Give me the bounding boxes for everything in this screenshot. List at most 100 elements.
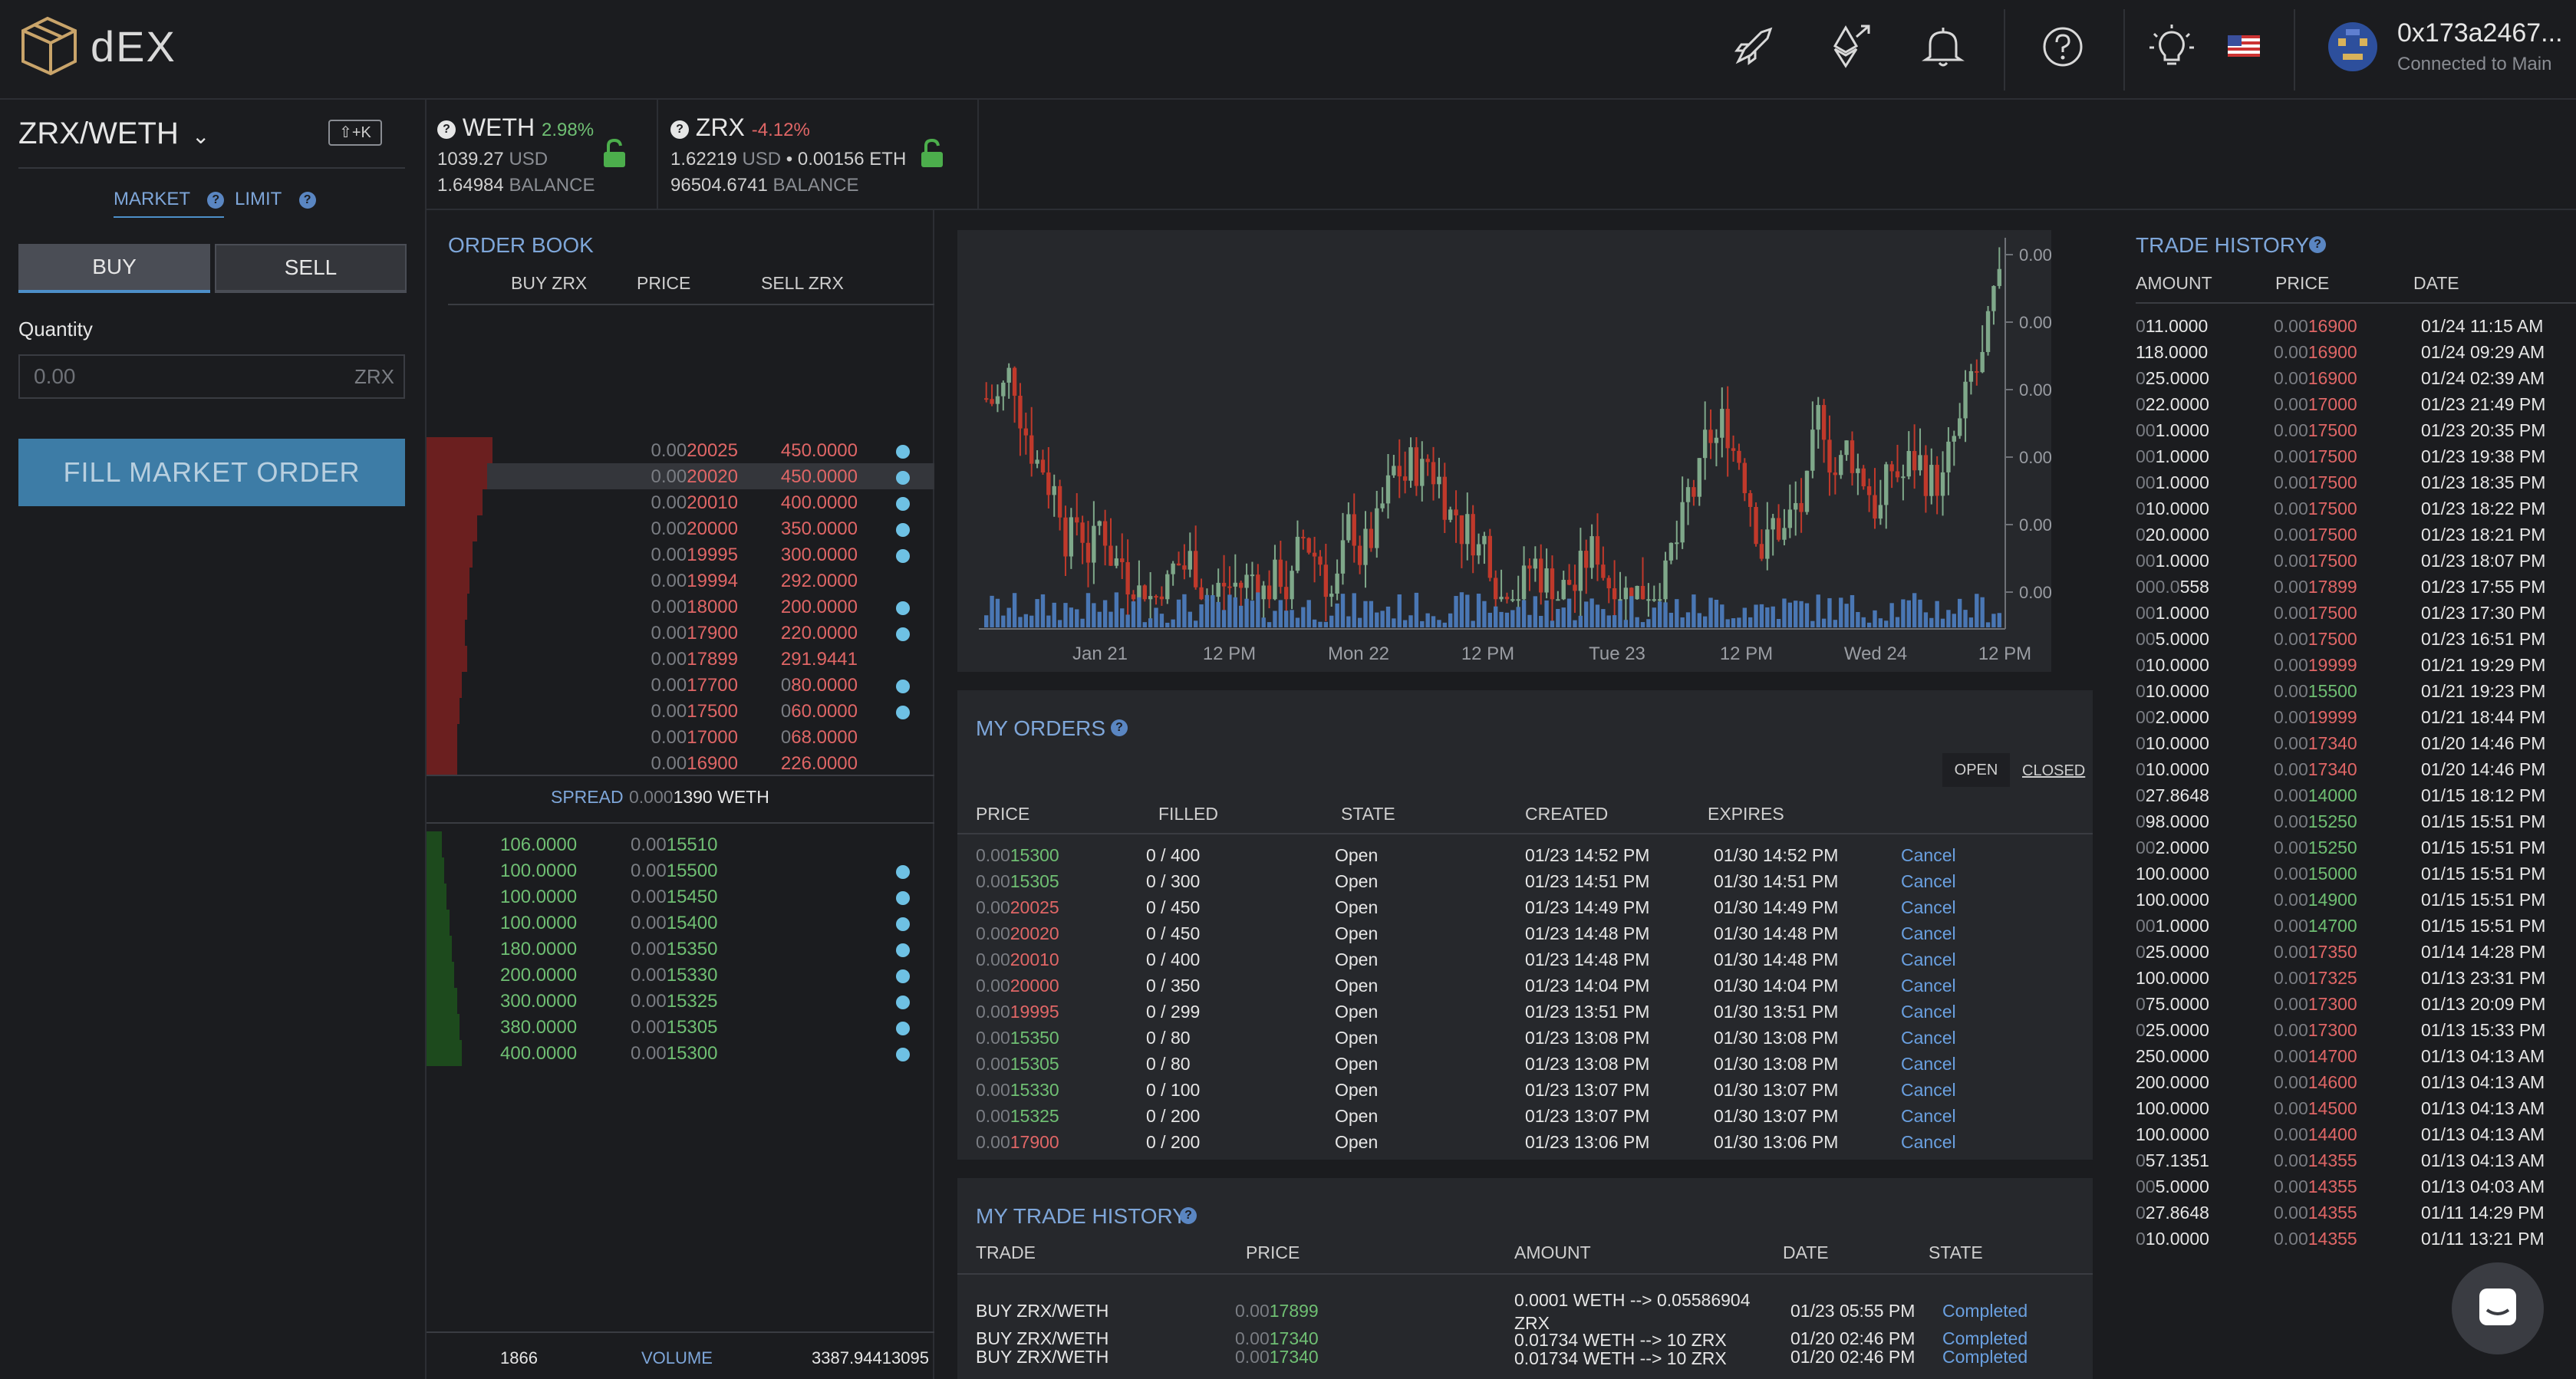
orderbook-bid-row[interactable]: 180.0000 0.0015350 bbox=[427, 936, 934, 962]
help-circle-icon[interactable]: ? bbox=[437, 120, 456, 139]
orderbook-ask-row[interactable]: 0.0017900 220.0000 bbox=[427, 620, 934, 646]
candlestick-chart[interactable]: 0.00180 0.00175 0.00170 0.00165 0.00160 0.001… bbox=[957, 230, 2080, 672]
quantity-unit: ZRX bbox=[354, 365, 394, 388]
rocket-icon[interactable] bbox=[1728, 21, 1778, 72]
help-circle-icon[interactable]: ? bbox=[1111, 719, 1128, 736]
volume-bar bbox=[1448, 613, 1453, 627]
dex-logo-icon[interactable] bbox=[17, 14, 81, 78]
help-icon[interactable] bbox=[2037, 21, 2088, 72]
brand-name[interactable]: dEX bbox=[91, 21, 176, 71]
cancel-button[interactable]: Cancel bbox=[1901, 1106, 1956, 1127]
cancel-button[interactable]: Cancel bbox=[1901, 1054, 1956, 1075]
cancel-button[interactable]: Cancel bbox=[1901, 845, 1956, 866]
amount-digits: 100.0000 bbox=[2136, 1098, 2209, 1118]
fill-market-order-button[interactable]: FILL MARKET ORDER bbox=[18, 439, 405, 506]
x-tick-label: 12 PM bbox=[1720, 643, 1773, 664]
order-row[interactable]: 0.0015350 0 / 80 Open 01/23 13:08 PM 01/30 1… bbox=[957, 1025, 2093, 1051]
cancel-button[interactable]: Cancel bbox=[1901, 1028, 1956, 1048]
orderbook-bid-row[interactable]: 300.0000 0.0015325 bbox=[427, 988, 934, 1014]
orderbook-ask-row[interactable]: 0.0019994 292.0000 bbox=[427, 568, 934, 594]
column-header: STATE bbox=[1929, 1242, 1983, 1262]
cancel-button[interactable]: Cancel bbox=[1901, 897, 1956, 918]
orderbook-ask-row[interactable]: 0.0019995 300.0000 bbox=[427, 541, 934, 568]
cancel-button[interactable]: Cancel bbox=[1901, 1080, 1956, 1101]
cancel-button[interactable]: Cancel bbox=[1901, 950, 1956, 970]
help-circle-icon[interactable]: ? bbox=[207, 191, 225, 209]
price-chart[interactable]: 0.00180 0.00175 0.00170 0.00165 0.00160 0.001… bbox=[957, 230, 2080, 672]
trade-history-row: 100.0000 0.0014400 01/13 04:13 AM bbox=[2136, 1124, 2565, 1150]
candle-body bbox=[1646, 599, 1651, 601]
order-row[interactable]: 0.0015305 0 / 80 Open 01/23 13:08 PM 01/30 1… bbox=[957, 1051, 2093, 1077]
divider bbox=[957, 1273, 2093, 1275]
trade-row[interactable]: BUY ZRX/WETH 0.0017340 0.01734 WETH --> 10… bbox=[957, 1347, 2093, 1368]
quantity-input[interactable]: 0.00 bbox=[18, 354, 405, 399]
volume-bar bbox=[1092, 603, 1096, 627]
chevron-down-icon: ⌄ bbox=[192, 124, 210, 148]
trade-row[interactable]: BUY ZRX/WETH 0.0017340 0.01734 WETH --> 10… bbox=[957, 1328, 2093, 1350]
tab-open[interactable]: OPEN bbox=[1942, 753, 2010, 787]
help-circle-icon[interactable]: ? bbox=[1180, 1207, 1197, 1224]
orderbook-bid-row[interactable]: 380.0000 0.0015305 bbox=[427, 1014, 934, 1040]
orderbook-ask-row[interactable]: 0.0017700 080.0000 bbox=[427, 672, 934, 698]
sell-button[interactable]: SELL bbox=[215, 244, 407, 293]
order-row[interactable]: 0.0020020 0 / 450 Open 01/23 14:48 PM 01/30 … bbox=[957, 920, 2093, 946]
help-circle-icon[interactable]: ? bbox=[298, 191, 316, 209]
volume-bar bbox=[1408, 615, 1413, 627]
tab-market[interactable]: MARKET ? bbox=[114, 189, 225, 218]
volume-bar bbox=[1957, 598, 1962, 627]
orderbook-bid-row[interactable]: 100.0000 0.0015450 bbox=[427, 884, 934, 910]
orderbook-bid-row[interactable]: 100.0000 0.0015500 bbox=[427, 857, 934, 884]
pair-selector[interactable]: ZRX/WETH ⌄ bbox=[18, 117, 209, 151]
account-avatar[interactable] bbox=[2327, 21, 2378, 72]
buy-button[interactable]: BUY bbox=[18, 244, 210, 293]
candle-body bbox=[1918, 455, 1922, 471]
bell-icon[interactable] bbox=[1918, 21, 1968, 72]
orderbook-ask-row[interactable]: 0.0020000 350.0000 bbox=[427, 515, 934, 541]
order-row[interactable]: 0.0015330 0 / 100 Open 01/23 13:07 PM 01/30 … bbox=[957, 1077, 2093, 1103]
bulb-icon[interactable] bbox=[2146, 21, 2197, 72]
unlock-icon[interactable] bbox=[919, 138, 945, 169]
orderbook-bid-row[interactable]: 106.0000 0.0015510 bbox=[427, 831, 934, 857]
order-row[interactable]: 0.0020010 0 / 400 Open 01/23 14:48 PM 01/30 … bbox=[957, 946, 2093, 973]
order-row[interactable]: 0.0017900 0 / 200 Open 01/23 13:06 PM 01/30 … bbox=[957, 1129, 2093, 1155]
unlock-icon[interactable] bbox=[601, 138, 628, 169]
orderbook-bid-row[interactable]: 400.0000 0.0015300 bbox=[427, 1040, 934, 1066]
orderbook-ask-row[interactable]: 0.0018000 200.0000 bbox=[427, 594, 934, 620]
orderbook-bid-row[interactable]: 100.0000 0.0015400 bbox=[427, 910, 934, 936]
tab-limit[interactable]: LIMIT ? bbox=[235, 189, 316, 210]
orderbook-bid-row[interactable]: 200.0000 0.0015330 bbox=[427, 962, 934, 988]
help-circle-icon[interactable]: ? bbox=[2309, 236, 2326, 253]
cancel-button[interactable]: Cancel bbox=[1901, 871, 1956, 892]
eth-send-icon[interactable] bbox=[1826, 21, 1876, 72]
order-row[interactable]: 0.0015325 0 / 200 Open 01/23 13:07 PM 01/30 … bbox=[957, 1103, 2093, 1129]
order-row[interactable]: 0.0019995 0 / 299 Open 01/23 13:51 PM 01/30 … bbox=[957, 999, 2093, 1025]
order-row[interactable]: 0.0020025 0 / 450 Open 01/23 14:49 PM 01/30 … bbox=[957, 894, 2093, 920]
orderbook-ask-row[interactable]: 0.0020020 450.0000 bbox=[427, 463, 934, 489]
tab-closed[interactable]: CLOSED bbox=[2022, 762, 2085, 780]
orderbook-ask-row[interactable]: 0.0017000 068.0000 bbox=[427, 724, 934, 750]
my-orders-panel: MY ORDERS ? OPEN CLOSED PRICE FILLED STA… bbox=[957, 690, 2093, 1160]
token-zrx[interactable]: ? ZRX -4.12% 1.62219 USD • 0.00156 ETH 9… bbox=[660, 100, 979, 210]
cancel-button[interactable]: Cancel bbox=[1901, 1002, 1956, 1022]
help-circle-icon[interactable]: ? bbox=[670, 120, 689, 139]
token-weth[interactable]: ? WETH 2.98% 1039.27 USD 1.64984 BALANCE bbox=[427, 100, 658, 210]
orderbook-ask-row[interactable]: 0.0017899 291.9441 bbox=[427, 646, 934, 672]
cancel-button[interactable]: Cancel bbox=[1901, 976, 1956, 996]
account-address[interactable]: 0x173a2467... bbox=[2397, 18, 2563, 48]
orderbook-ask-row[interactable]: 0.0020025 450.0000 bbox=[427, 437, 934, 463]
order-row[interactable]: 0.0015305 0 / 300 Open 01/23 14:51 PM 01/30 … bbox=[957, 868, 2093, 894]
orderbook-ask-row[interactable]: 0.0016900 226.0000 bbox=[427, 750, 934, 776]
orderbook-ask-row[interactable]: 0.0020010 400.0000 bbox=[427, 489, 934, 515]
order-row[interactable]: 0.0020000 0 / 350 Open 01/23 14:04 PM 01/30 … bbox=[957, 973, 2093, 999]
bid-amount: 106.0000 bbox=[500, 834, 578, 855]
order-row[interactable]: 0.0015300 0 / 400 Open 01/23 14:52 PM 01/30 … bbox=[957, 842, 2093, 868]
trade-row[interactable]: BUY ZRX/WETH 0.0017899 0.0001 WETH --> 0.0… bbox=[957, 1288, 2093, 1333]
amount-digits: 350.0000 bbox=[780, 518, 858, 539]
orderbook-ask-row[interactable]: 0.0017500 060.0000 bbox=[427, 698, 934, 724]
column-header: PRICE bbox=[2275, 273, 2330, 293]
token-balance: 1.64984 BALANCE bbox=[437, 175, 595, 196]
us-flag-icon[interactable] bbox=[2228, 35, 2260, 57]
cancel-button[interactable]: Cancel bbox=[1901, 923, 1956, 944]
chat-launcher[interactable] bbox=[2452, 1262, 2544, 1354]
cancel-button[interactable]: Cancel bbox=[1901, 1132, 1956, 1153]
